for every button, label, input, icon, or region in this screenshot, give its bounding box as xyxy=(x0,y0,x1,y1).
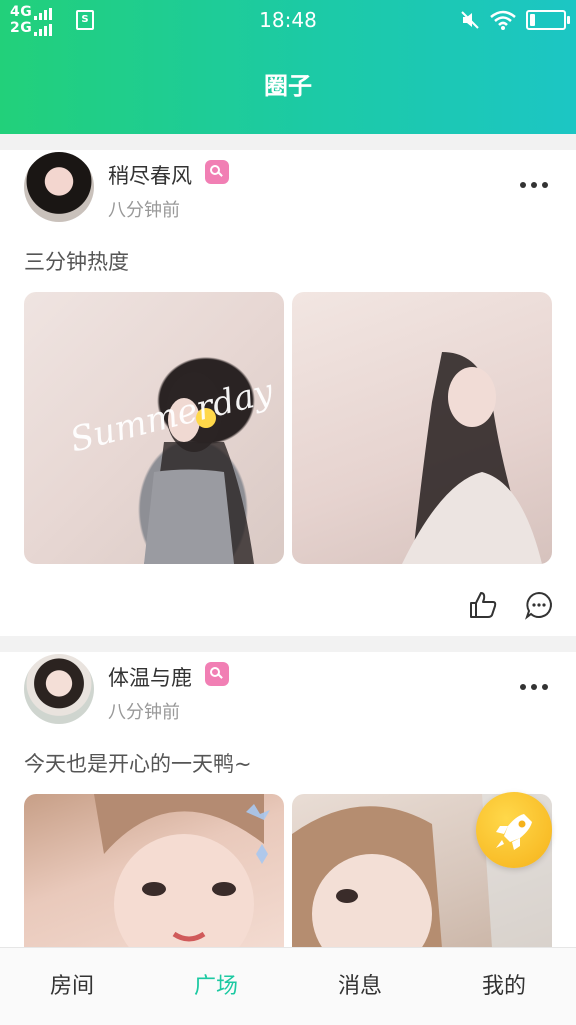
post-card[interactable]: 稍尽春风 八分钟前 三分钟热度 Summerday xyxy=(0,150,576,636)
post-text: 三分钟热度 xyxy=(24,250,129,274)
post-photo[interactable] xyxy=(24,794,284,948)
more-icon[interactable] xyxy=(520,180,548,190)
post-photo[interactable] xyxy=(292,292,552,564)
post-photo[interactable]: Summerday xyxy=(24,292,284,564)
rocket-button[interactable] xyxy=(476,792,552,868)
tab-mine[interactable]: 我的 xyxy=(432,948,576,1025)
post-time: 八分钟前 xyxy=(108,200,180,221)
tab-plaza[interactable]: 广场 xyxy=(144,948,288,1025)
post-username[interactable]: 体温与鹿 xyxy=(108,662,192,692)
post-text: 今天也是开心的一天鸭~ xyxy=(24,752,252,776)
search-badge-icon xyxy=(205,160,229,184)
tab-rooms[interactable]: 房间 xyxy=(0,948,144,1025)
like-icon[interactable] xyxy=(468,590,498,620)
battery-level xyxy=(530,14,535,26)
tab-messages[interactable]: 消息 xyxy=(288,948,432,1025)
avatar[interactable] xyxy=(24,654,94,724)
post-username[interactable]: 稍尽春风 xyxy=(108,160,192,190)
comment-icon[interactable] xyxy=(524,590,554,620)
page-title: 圈子 xyxy=(264,72,312,100)
photo-artwork xyxy=(402,352,542,564)
app-header: 4G 2G S 18:48 圈子 xyxy=(0,0,576,134)
rocket-icon xyxy=(496,814,532,850)
search-badge-icon xyxy=(205,662,229,686)
post-time: 八分钟前 xyxy=(108,702,180,723)
wifi-icon xyxy=(490,10,516,30)
mute-icon xyxy=(461,11,479,29)
photo-artwork xyxy=(94,794,270,948)
battery-icon xyxy=(526,10,570,30)
bottom-nav: 房间 广场 消息 我的 xyxy=(0,947,576,1025)
status-bar: 4G 2G S 18:48 xyxy=(0,0,576,40)
avatar[interactable] xyxy=(24,152,94,222)
more-icon[interactable] xyxy=(520,682,548,692)
